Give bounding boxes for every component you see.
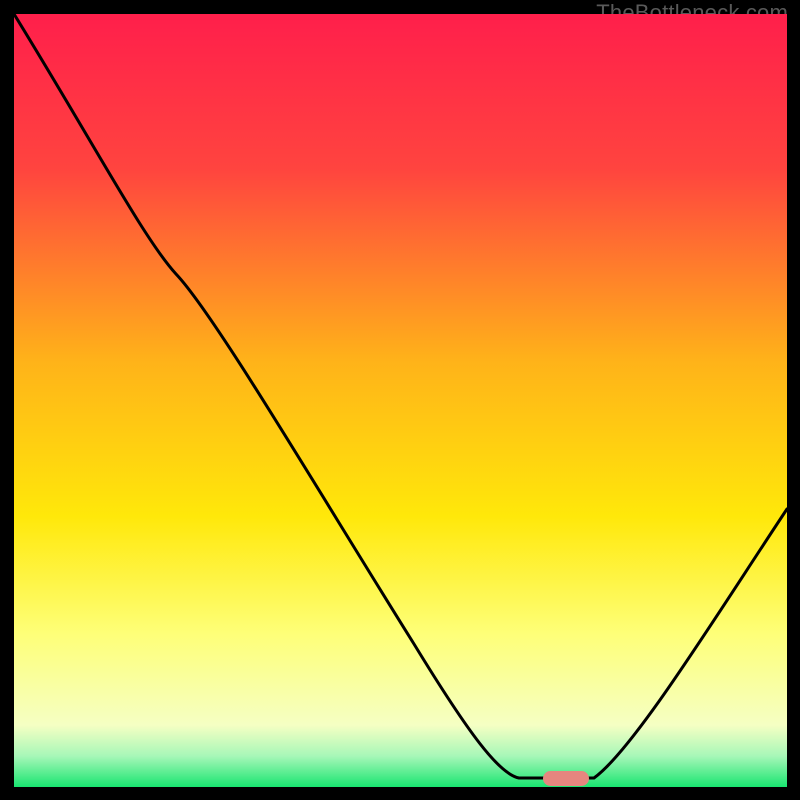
optimum-marker bbox=[543, 771, 589, 786]
curve-path bbox=[14, 14, 787, 778]
chart-area bbox=[14, 14, 787, 787]
bottleneck-curve bbox=[14, 14, 787, 787]
